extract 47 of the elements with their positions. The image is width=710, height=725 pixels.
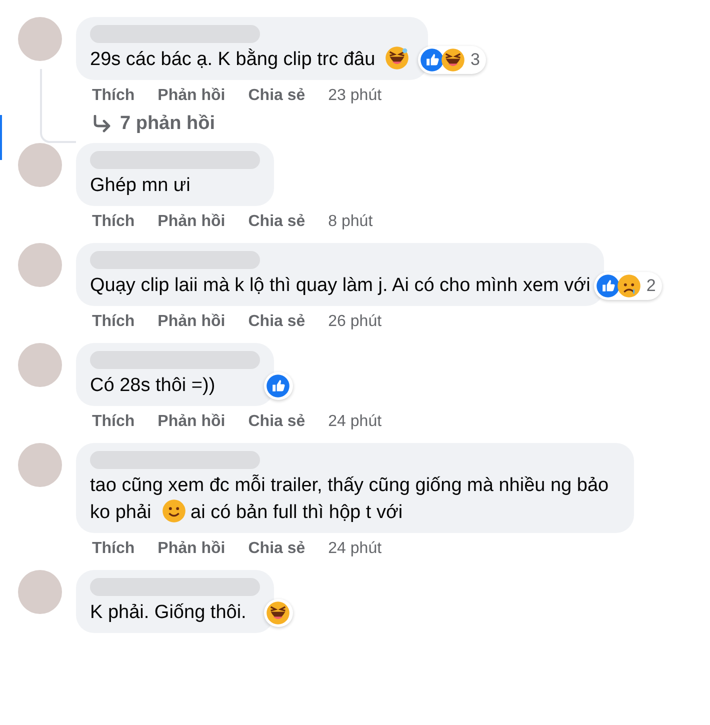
thumbs-up-icon bbox=[420, 48, 444, 72]
reaction-count: 2 bbox=[646, 276, 656, 296]
reaction-count: 3 bbox=[470, 50, 480, 70]
comment-text: Có 28s thôi =)) bbox=[90, 374, 216, 398]
action-link[interactable]: Phản hồi bbox=[158, 313, 226, 331]
action-link[interactable]: Thích bbox=[92, 213, 135, 231]
action-link[interactable]: Thích bbox=[92, 540, 135, 558]
reactions-badge[interactable] bbox=[264, 599, 293, 627]
timestamp[interactable]: 23 phút bbox=[328, 87, 382, 105]
action-link[interactable]: Chia sẻ bbox=[248, 540, 306, 558]
action-link[interactable]: Chia sẻ bbox=[248, 87, 306, 105]
view-replies-link[interactable]: 7 phản hồi bbox=[92, 113, 486, 135]
action-link[interactable]: Chia sẻ bbox=[248, 413, 306, 431]
emoji-icon bbox=[441, 48, 466, 72]
reply-arrow-icon bbox=[92, 115, 112, 133]
comment-text: Quạy clip laii mà k lộ thì quay làm j. Ai có cho mình xem với bbox=[90, 274, 590, 298]
action-link[interactable]: Thích bbox=[92, 413, 135, 431]
action-link[interactable]: Chia sẻ bbox=[248, 313, 306, 331]
avatar[interactable] bbox=[18, 343, 62, 387]
avatar[interactable] bbox=[18, 570, 62, 614]
thumbs-up-icon bbox=[266, 374, 290, 398]
action-link[interactable]: Chia sẻ bbox=[248, 213, 306, 231]
emoji-icon bbox=[385, 46, 410, 70]
comment-text: K phải. Giống thôi. bbox=[90, 601, 248, 625]
avatar[interactable] bbox=[18, 17, 62, 61]
comment-text: 29s các bác ạ. K bằng clip trc đâu bbox=[90, 46, 414, 73]
reactions-badge[interactable]: 2 bbox=[594, 272, 662, 300]
comment-text: Ghép mn ưi bbox=[90, 174, 192, 198]
action-link[interactable]: Phản hồi bbox=[158, 413, 226, 431]
emoji-icon bbox=[266, 601, 290, 625]
action-link[interactable]: Phản hồi bbox=[158, 540, 226, 558]
comment-text: tao cũng xem đc mỗi trailer, thấy cũng giống mà nhiều ng bảo ko phải ai có bản full thì hộp t với bbox=[90, 474, 610, 525]
emoji-icon bbox=[617, 274, 642, 298]
action-link[interactable]: Thích bbox=[92, 313, 135, 331]
timestamp[interactable]: 26 phút bbox=[328, 313, 382, 331]
action-link[interactable]: Phản hồi bbox=[158, 87, 226, 105]
reactions-badge[interactable]: 3 bbox=[418, 46, 486, 74]
action-link[interactable]: Phản hồi bbox=[158, 213, 226, 231]
avatar[interactable] bbox=[18, 143, 62, 187]
timestamp[interactable]: 24 phút bbox=[328, 540, 382, 558]
action-link[interactable]: Thích bbox=[92, 87, 135, 105]
avatar[interactable] bbox=[18, 243, 62, 287]
emoji-icon bbox=[162, 499, 186, 523]
timestamp[interactable]: 24 phút bbox=[328, 413, 382, 431]
timestamp[interactable]: 8 phút bbox=[328, 213, 373, 231]
thumbs-up-icon bbox=[596, 274, 620, 298]
avatar[interactable] bbox=[18, 443, 62, 487]
